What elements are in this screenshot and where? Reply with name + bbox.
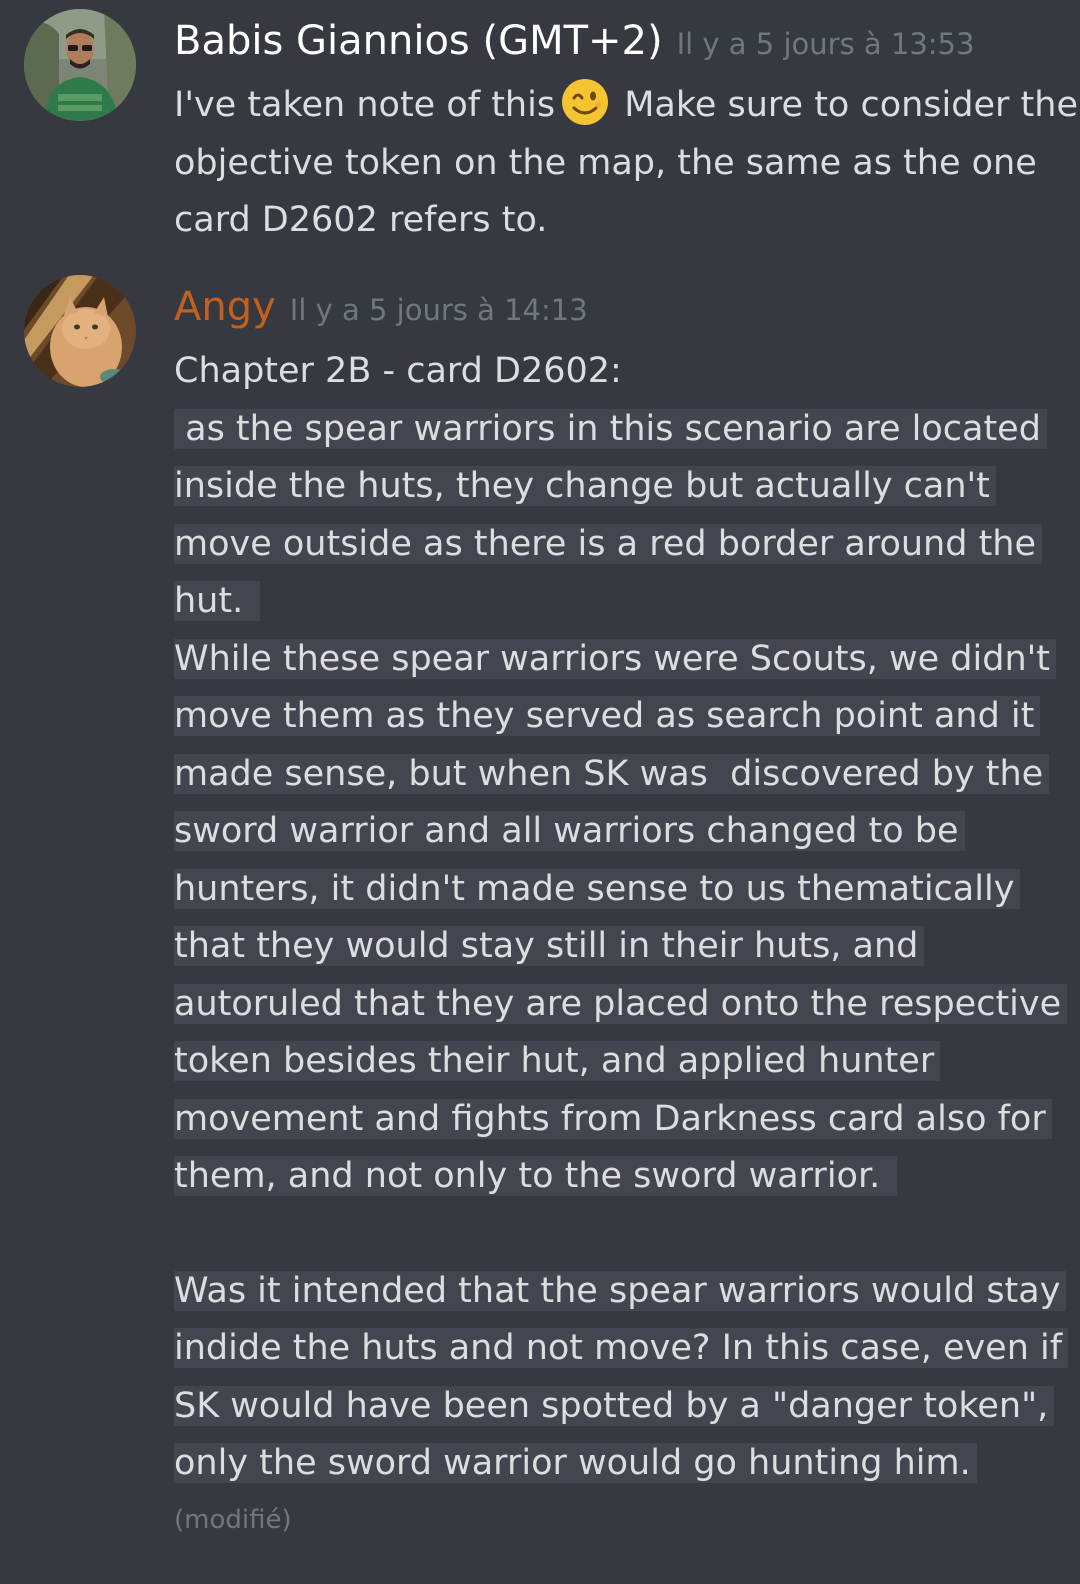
quoted-line-10-text: that they would stay still in their huts… [174,926,925,966]
quoted-line-5-text: While these spear warriors were Scouts, … [174,639,1056,679]
timestamp-2: Il y a 5 jours à 14:13 [289,293,588,327]
quoted-line-1: as the spear warriors in this scenario a… [174,401,1047,458]
quoted-line-11: autoruled that they are placed onto the … [174,976,1068,1033]
quoted-line-9-text: hunters, it didn't made sense to us them… [174,869,1021,909]
quoted-line-10: that they would stay still in their huts… [174,918,925,975]
quoted-line-6: move them as they served as search point… [174,688,1041,745]
edited-label: (modifié) [174,1505,292,1535]
quoted-line-6-text: move them as they served as search point… [174,696,1041,736]
message-2-header: Angy Il y a 5 jours à 14:13 [174,284,588,330]
quoted-line-14: them, and not only to the sword warrior. [174,1148,898,1205]
quoted-line-13: movement and fights from Darkness card a… [174,1091,1052,1148]
message-1-text-b: Make sure to consider the [613,85,1078,125]
quoted-line-4-text: hut. [174,581,261,621]
quoted-line-12: token besides their hut, and applied hun… [174,1033,941,1090]
avatar-angy[interactable] [24,275,136,387]
quoted-line-1-text: as the spear warriors in this scenario a… [174,409,1047,449]
question-line-1-text: Was it intended that the spear warriors … [174,1271,1067,1311]
quoted-line-13-text: movement and fights from Darkness card a… [174,1099,1052,1139]
message-1-line-1: I've taken note of this Make sure to con… [174,77,1078,134]
quoted-line-11-text: autoruled that they are placed onto the … [174,984,1068,1024]
quoted-line-5: While these spear warriors were Scouts, … [174,631,1056,688]
avatar-babis[interactable] [24,9,136,121]
message-1-header: Babis Giannios (GMT+2) Il y a 5 jours à 1… [174,18,974,64]
question-line-4: only the sword warrior would go hunting … [174,1435,977,1492]
question-line-2: indide the huts and not move? In this ca… [174,1320,1069,1377]
quoted-line-3-text: move outside as there is a red border ar… [174,524,1043,564]
username-angy[interactable]: Angy [174,284,276,330]
quoted-line-7: made sense, but when SK was discovered b… [174,746,1050,803]
winking-face-emoji-icon [561,78,609,126]
message-1-line-3: card D2602 refers to. [174,200,548,240]
username-babis[interactable]: Babis Giannios (GMT+2) [174,18,663,64]
question-line-3-text: SK would have been spotted by a "danger … [174,1386,1055,1426]
quoted-line-8: sword warrior and all warriors changed t… [174,803,965,860]
timestamp-1: Il y a 5 jours à 13:53 [676,27,975,61]
quoted-line-12-text: token besides their hut, and applied hun… [174,1041,941,1081]
quoted-line-14-text: them, and not only to the sword warrior. [174,1156,898,1196]
question-line-4-text: only the sword warrior would go hunting … [174,1443,977,1483]
quoted-line-7-text: made sense, but when SK was discovered b… [174,754,1050,794]
quoted-line-2-text: inside the huts, they change but actuall… [174,466,996,506]
quoted-line-3: move outside as there is a red border ar… [174,516,1043,573]
question-line-2-text: indide the huts and not move? In this ca… [174,1328,1069,1368]
quoted-line-8-text: sword warrior and all warriors changed t… [174,811,965,851]
quoted-line-9: hunters, it didn't made sense to us them… [174,861,1021,918]
message-1-line-2: objective token on the map, the same as … [174,143,1037,183]
question-line-3: SK would have been spotted by a "danger … [174,1378,1055,1435]
quoted-line-4: hut. [174,573,261,630]
message-2-title-line: Chapter 2B - card D2602: [174,351,622,391]
quoted-line-2: inside the huts, they change but actuall… [174,458,996,515]
question-line-1: Was it intended that the spear warriors … [174,1263,1067,1320]
message-1-text-a: I've taken note of this [174,85,556,125]
